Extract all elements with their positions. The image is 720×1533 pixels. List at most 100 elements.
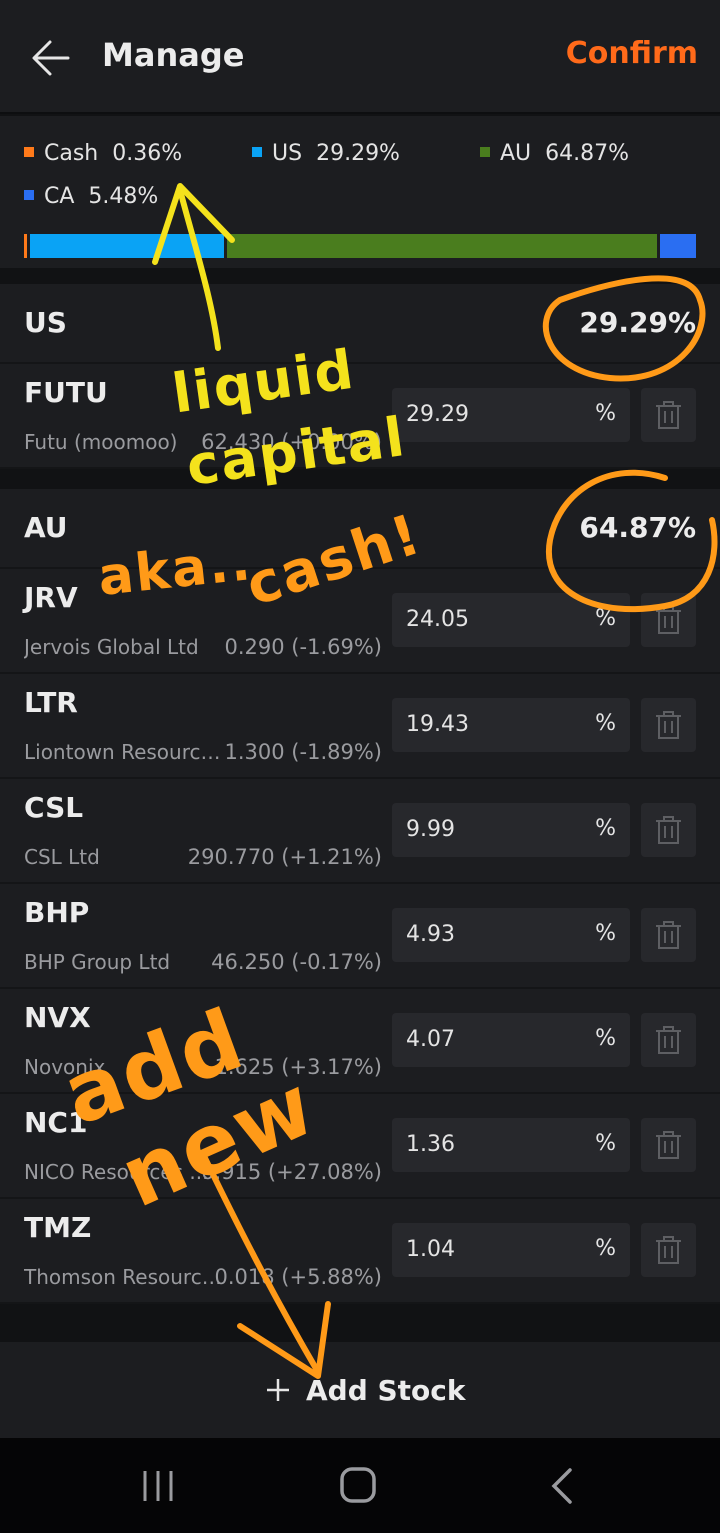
stock-quote: 0.915 (+27.08%) (201, 1160, 382, 1184)
home-icon (340, 1467, 376, 1503)
delete-button[interactable] (641, 698, 696, 752)
plus-icon (267, 1379, 289, 1401)
delete-button[interactable] (641, 803, 696, 857)
stock-row: JRV Jervois Global Ltd 0.290 (-1.69%) 24… (0, 569, 720, 674)
back-button[interactable] (22, 30, 82, 86)
region-pct: 29.29% (579, 306, 696, 339)
stock-ticker: LTR (24, 686, 78, 719)
delete-button[interactable] (641, 593, 696, 647)
allocation-segment-au (226, 234, 657, 258)
stock-row: NVX Novonix 1.625 (+3.17%) 4.07 % (0, 989, 720, 1094)
allocation-summary: Cash 0.36% US 29.29% AU 64.87% CA 5.48% (0, 116, 720, 268)
legend-label: AU (500, 141, 532, 166)
nav-home-button[interactable] (338, 1465, 378, 1509)
stock-ticker: FUTU (24, 376, 108, 409)
allocation-bar (24, 234, 696, 258)
trash-icon (656, 401, 681, 429)
weight-input[interactable]: 4.93 % (392, 908, 630, 962)
stock-ticker: NVX (24, 1001, 91, 1034)
stock-name: Thomson Resource... (24, 1265, 224, 1289)
weight-input[interactable]: 4.07 % (392, 1013, 630, 1067)
allocation-segment-cash (24, 234, 27, 258)
weight-value: 1.04 (406, 1237, 455, 1262)
legend-swatch (24, 190, 34, 200)
stock-quote: 0.018 (+5.88%) (214, 1265, 383, 1289)
legend-swatch (252, 147, 262, 157)
stock-quote: 0.290 (-1.69%) (224, 635, 382, 659)
stock-name: Liontown Resources... (24, 740, 224, 764)
region-header: US 29.29% (0, 284, 720, 364)
legend-cash: Cash 0.36% (24, 141, 182, 166)
delete-button[interactable] (641, 1013, 696, 1067)
region-section-au: AU 64.87% JRV Jervois Global Ltd 0.290 (… (0, 489, 720, 1304)
section-divider (0, 268, 720, 284)
weight-unit: % (595, 606, 616, 631)
stock-row: CSL CSL Ltd 290.770 (+1.21%) 9.99 % (0, 779, 720, 884)
nav-back-button[interactable] (544, 1466, 580, 1510)
delete-button[interactable] (641, 1223, 696, 1277)
stock-quote: 1.300 (-1.89%) (224, 740, 382, 764)
weight-input[interactable]: 19.43 % (392, 698, 630, 752)
stock-ticker: NC1 (24, 1106, 88, 1139)
weight-unit: % (595, 401, 616, 426)
weight-unit: % (595, 711, 616, 736)
weight-value: 4.93 (406, 922, 455, 947)
stock-row: LTR Liontown Resources... 1.300 (-1.89%)… (0, 674, 720, 779)
weight-value: 29.29 (406, 402, 469, 427)
section-divider (0, 1306, 720, 1342)
add-stock-bar: Add Stock (0, 1342, 720, 1438)
legend-label: CA (44, 184, 75, 209)
trash-icon (656, 816, 681, 844)
add-stock-button[interactable]: Add Stock (264, 1372, 466, 1408)
trash-icon (656, 1131, 681, 1159)
stock-quote: 1.625 (+3.17%) (214, 1055, 383, 1079)
stock-name: Novonix (24, 1055, 106, 1079)
recent-apps-icon (143, 1471, 173, 1501)
trash-icon (656, 606, 681, 634)
weight-input[interactable]: 1.36 % (392, 1118, 630, 1172)
stock-row: FUTU Futu (moomoo) 62.430 (+0.00%) 29.29… (0, 364, 720, 469)
region-header: AU 64.87% (0, 489, 720, 569)
stock-quote: 290.770 (+1.21%) (187, 845, 382, 869)
section-divider (0, 471, 720, 489)
weight-input[interactable]: 29.29 % (392, 388, 630, 442)
page-title: Manage (102, 36, 245, 74)
delete-button[interactable] (641, 908, 696, 962)
weight-unit: % (595, 816, 616, 841)
weight-unit: % (595, 921, 616, 946)
stock-quote: 62.430 (+0.00%) (201, 430, 382, 454)
stock-row: NC1 NICO Resources ... 0.915 (+27.08%) 1… (0, 1094, 720, 1199)
delete-button[interactable] (641, 1118, 696, 1172)
legend-pct: 64.87% (545, 141, 630, 166)
weight-unit: % (595, 1131, 616, 1156)
system-nav-bar (0, 1438, 720, 1533)
stock-quote: 46.250 (-0.17%) (211, 950, 382, 974)
legend-pct: 29.29% (316, 141, 400, 166)
trash-icon (656, 1026, 681, 1054)
app-header: Manage Confirm (0, 0, 720, 114)
weight-input[interactable]: 9.99 % (392, 803, 630, 857)
region-name: AU (24, 511, 68, 544)
allocation-segment-us (29, 234, 224, 258)
weight-input[interactable]: 1.04 % (392, 1223, 630, 1277)
confirm-button[interactable]: Confirm (566, 36, 698, 71)
legend-pct: 0.36% (112, 141, 183, 166)
legend-ca: CA 5.48% (24, 184, 158, 209)
weight-input[interactable]: 24.05 % (392, 593, 630, 647)
stock-name: BHP Group Ltd (24, 950, 171, 974)
nav-recent-button[interactable] (140, 1468, 176, 1508)
region-name: US (24, 306, 67, 339)
region-pct: 64.87% (579, 511, 696, 544)
allocation-segment-ca (659, 234, 696, 258)
stock-ticker: JRV (24, 581, 78, 614)
trash-icon (656, 921, 681, 949)
weight-unit: % (595, 1026, 616, 1051)
legend-label: Cash (44, 141, 99, 166)
weight-unit: % (595, 1236, 616, 1261)
legend-au: AU 64.87% (480, 141, 629, 166)
region-section-us: US 29.29% FUTU Futu (moomoo) 62.430 (+0.… (0, 284, 720, 469)
trash-icon (656, 711, 681, 739)
delete-button[interactable] (641, 388, 696, 442)
legend-swatch (24, 147, 34, 157)
chevron-left-icon (551, 1468, 572, 1504)
